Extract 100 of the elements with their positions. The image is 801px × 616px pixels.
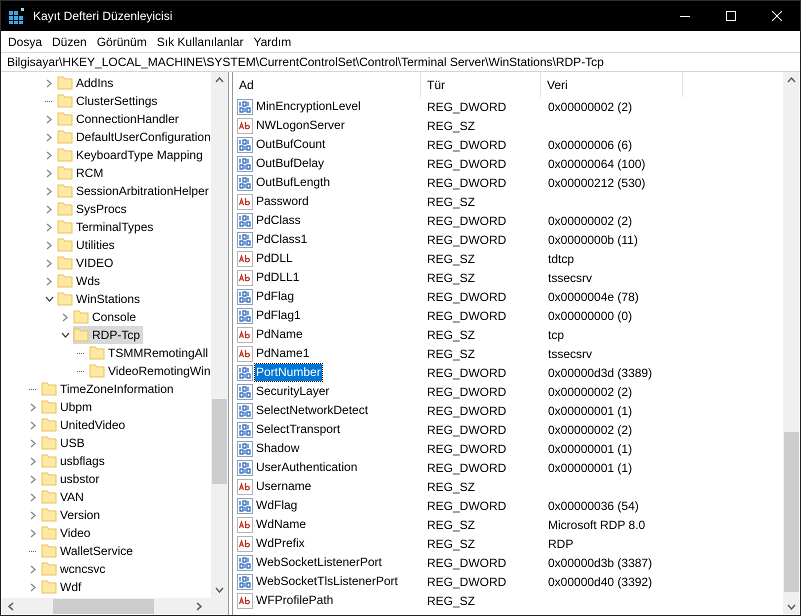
tree-item[interactable]: Console [73,308,140,326]
value-type: REG_SZ [427,194,476,208]
tree-item[interactable]: Wdf [41,578,84,596]
tree-item[interactable]: usbstor [41,470,102,488]
tree-item[interactable]: wcncsvc [41,560,108,578]
tree-item[interactable]: USB [41,434,88,452]
menu-item[interactable]: Düzen [47,31,92,52]
value-type: REG_SZ [427,480,476,494]
value-name[interactable]: UserAuthentication [255,459,358,476]
value-data: 0x00000064 (100) [548,156,646,170]
value-data: 0x00000006 (6) [548,138,632,152]
scroll-up-icon[interactable] [215,77,224,83]
value-type: REG_SZ [427,270,476,284]
value-name[interactable]: WebSocketTlsListenerPort [255,573,399,590]
expand-icon[interactable] [62,312,68,322]
value-name[interactable]: PdClass1 [255,231,308,248]
value-name[interactable]: OutBufLength [255,174,332,191]
horizontal-scrollbar[interactable] [1,598,228,615]
value-type: REG_DWORD [427,100,506,114]
tree-item[interactable]: Video [41,524,94,542]
scroll-left-icon[interactable] [8,602,14,611]
folder-icon [57,111,73,127]
folder-icon [57,165,73,181]
tree-item[interactable]: RDP-Tcp [73,326,144,344]
expand-icon[interactable] [46,78,52,88]
value-data: tdtcp [548,252,574,266]
tree-item[interactable]: WalletService [41,542,136,560]
column-header[interactable]: Tür [421,72,541,97]
tree-item[interactable]: WinStations [57,290,144,308]
folder-icon [57,129,73,145]
value-name[interactable]: PdDLL1 [255,269,300,286]
value-name[interactable]: MinEncryptionLevel [255,98,362,115]
value-name[interactable]: PdName1 [255,345,310,362]
value-name[interactable]: PdFlag [255,288,296,305]
tree-item[interactable]: UnitedVideo [41,416,128,434]
collapse-icon[interactable] [44,296,54,302]
scrollbar[interactable] [783,72,800,615]
menu-item[interactable]: Dosya [3,31,48,52]
value-name[interactable]: WdFlag [255,497,298,514]
tree-item[interactable]: AddIns [57,74,116,92]
value-name[interactable]: PdName [255,326,304,343]
value-data: 0x0000000b (11) [548,232,638,246]
tree-item[interactable]: VAN [41,488,87,506]
scroll-down-icon[interactable] [215,587,224,593]
value-type: REG_DWORD [427,422,506,436]
tree-item[interactable]: Version [41,506,104,524]
value-name[interactable]: PortNumber [255,364,322,381]
scrollbar-thumb[interactable] [784,432,799,592]
menu-item[interactable]: Yardım [248,31,296,52]
tree-item[interactable]: VIDEO [57,254,116,272]
value-data: 0x00000036 (54) [548,498,639,512]
menu-item[interactable]: Görünüm [92,31,152,52]
menu-item[interactable]: Sık Kullanılanlar [152,31,248,52]
value-name[interactable]: SelectTransport [255,421,342,438]
binary-value-icon [237,402,253,418]
tree-item[interactable]: RCM [57,164,106,182]
value-name[interactable]: WdPrefix [255,535,306,552]
scrollbar-thumb[interactable] [212,399,227,484]
scroll-up-icon[interactable] [787,77,796,83]
tree-item[interactable]: SysProcs [57,200,130,218]
value-name[interactable]: PdClass [255,212,302,229]
value-name[interactable]: SecurityLayer [255,383,330,400]
tree-item[interactable]: Ubpm [41,398,96,416]
value-name[interactable]: WebSocketListenerPort [255,554,383,571]
tree-item[interactable]: TimeZoneInformation [41,380,177,398]
tree-item[interactable]: ClusterSettings [57,92,160,110]
value-name[interactable]: PdFlag1 [255,307,302,324]
value-name[interactable]: OutBufDelay [255,155,326,172]
folder-icon [57,291,73,307]
scrollbar-thumb[interactable] [53,599,154,614]
tree-item[interactable]: ConnectionHandler [57,110,182,128]
value-name[interactable]: Shadow [255,440,300,457]
value-name[interactable]: OutBufCount [255,136,326,153]
tree-item[interactable]: TSMMRemotingAll [89,344,211,362]
tree-item[interactable]: SessionArbitrationHelper [57,182,211,200]
tree-item[interactable]: KeyboardType Mapping [57,146,206,164]
tree-item[interactable]: Wds [57,272,103,290]
value-name[interactable]: SelectNetworkDetect [255,402,370,419]
address-bar[interactable]: Bilgisayar\HKEY_LOCAL_MACHINE\SYSTEM\CurrentControlSet\Control\Terminal Server\WinStations\RDP-Tcp [1,52,800,72]
folder-icon [41,525,57,541]
column-header[interactable]: Veri [541,72,683,97]
value-name[interactable]: Password [255,193,310,210]
tree-item[interactable]: VideoRemotingWin [89,362,211,380]
scrollbar[interactable] [211,72,228,598]
folder-icon [41,417,57,433]
value-name[interactable]: NWLogonServer [255,117,346,134]
value-name[interactable]: PdDLL [255,250,294,267]
value-name[interactable]: Username [255,478,312,495]
collapse-icon[interactable] [60,332,70,338]
tree-item[interactable]: TerminalTypes [57,218,156,236]
tree-item[interactable]: Utilities [57,236,118,254]
value-name[interactable]: WFProfilePath [255,592,334,609]
scroll-right-icon[interactable] [196,602,202,611]
column-header[interactable]: Ad [233,72,421,97]
folder-icon [57,183,73,199]
window-title: Kayıt Defteri Düzenleyicisi [33,8,172,25]
tree-item[interactable]: DefaultUserConfiguration [57,128,211,146]
tree-item[interactable]: usbflags [41,452,108,470]
value-name[interactable]: WdName [255,516,308,533]
scroll-down-icon[interactable] [787,604,796,610]
